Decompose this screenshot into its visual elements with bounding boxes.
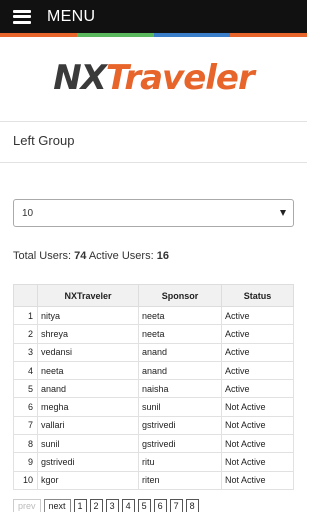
stripe-segment (76, 33, 154, 37)
cell-index: 8 (13, 434, 38, 454)
cell-status: Not Active (221, 397, 294, 417)
cell-index: 9 (13, 452, 38, 472)
cell-sponsor: gstrivedi (138, 415, 222, 436)
table-row[interactable]: 1 nitya neeta Active (13, 305, 294, 326)
page-button-7[interactable]: 7 (169, 499, 183, 512)
cell-nxtraveler: sunil (37, 434, 139, 454)
cell-status: Active (221, 360, 294, 381)
table-row[interactable]: 9 gstrivedi ritu Not Active (13, 452, 294, 472)
caret-down-icon (280, 210, 286, 216)
cell-nxtraveler: gstrivedi (37, 452, 139, 472)
users-table: NXTraveler Sponsor Status 1 nitya neeta Act… (13, 284, 294, 490)
logo-text-nx: NX (53, 58, 107, 98)
cell-sponsor: riten (138, 470, 222, 490)
cell-nxtraveler: vedansi (37, 342, 139, 362)
cell-nxtraveler: vallari (37, 415, 139, 436)
total-users-count: 74 (74, 250, 87, 262)
cell-nxtraveler: shreya (37, 324, 139, 344)
cell-sponsor: anand (138, 342, 222, 362)
cell-sponsor: neeta (138, 305, 222, 326)
column-header-sponsor[interactable]: Sponsor (138, 284, 222, 307)
next-page-button[interactable]: next (43, 499, 71, 512)
cell-status: Active (221, 342, 294, 362)
divider (0, 121, 307, 122)
cell-nxtraveler: nitya (37, 305, 139, 326)
table-row[interactable]: 8 sunil gstrivedi Not Active (13, 434, 294, 454)
page-button-8[interactable]: 8 (185, 499, 199, 512)
cell-status: Not Active (221, 470, 294, 490)
cell-index: 7 (13, 415, 38, 436)
active-users-label: Active Users: (88, 250, 154, 262)
table-row[interactable]: 5 anand naisha Active (13, 379, 294, 399)
cell-sponsor: neeta (138, 324, 222, 344)
cell-sponsor: sunil (138, 397, 222, 417)
prev-page-button[interactable]: prev (13, 499, 41, 512)
active-users-count: 16 (156, 250, 169, 262)
color-stripe (0, 33, 307, 37)
cell-sponsor: anand (138, 360, 222, 381)
column-header-nxtraveler[interactable]: NXTraveler (37, 284, 139, 307)
logo-text-traveler: Traveler (105, 58, 255, 98)
cell-index: 6 (13, 397, 38, 417)
cell-sponsor: ritu (138, 452, 222, 472)
table-row[interactable]: 10 kgor riten Not Active (13, 470, 294, 490)
page-title: Left Group (13, 133, 75, 148)
cell-nxtraveler: neeta (37, 360, 139, 381)
table-row[interactable]: 4 neeta anand Active (13, 360, 294, 381)
page-button-5[interactable]: 5 (137, 499, 151, 512)
cell-sponsor: naisha (138, 379, 222, 399)
table-row[interactable]: 6 megha sunil Not Active (13, 397, 294, 417)
stripe-segment (0, 33, 77, 37)
cell-nxtraveler: anand (37, 379, 139, 399)
menu-label[interactable]: MENU (47, 8, 95, 26)
column-header-status[interactable]: Status (221, 284, 294, 307)
nxtraveler-logo: NXTraveler (0, 58, 307, 98)
cell-index: 3 (13, 342, 38, 362)
page-button-2[interactable]: 2 (89, 499, 103, 512)
page-size-value: 10 (22, 207, 34, 219)
table-header-row: NXTraveler Sponsor Status (13, 284, 294, 307)
cell-sponsor: gstrivedi (138, 434, 222, 454)
column-header-index[interactable] (13, 284, 38, 307)
stripe-segment (230, 33, 307, 37)
cell-status: Not Active (221, 452, 294, 472)
page-button-3[interactable]: 3 (105, 499, 119, 512)
user-summary: Total Users: 74 Active Users: 16 (13, 250, 169, 262)
page-button-6[interactable]: 6 (153, 499, 167, 512)
cell-index: 1 (13, 305, 38, 326)
cell-nxtraveler: megha (37, 397, 139, 417)
page-size-select[interactable]: 10 (13, 199, 294, 227)
cell-index: 2 (13, 324, 38, 344)
page-button-1[interactable]: 1 (73, 499, 87, 512)
cell-nxtraveler: kgor (37, 470, 139, 490)
stripe-segment (153, 33, 231, 37)
cell-index: 4 (13, 360, 38, 381)
table-row[interactable]: 3 vedansi anand Active (13, 342, 294, 362)
total-users-label: Total Users: (13, 250, 72, 262)
divider (0, 162, 307, 163)
table-row[interactable]: 2 shreya neeta Active (13, 324, 294, 344)
pagination: prev next 12345678 (13, 499, 202, 512)
hamburger-menu-icon[interactable] (13, 9, 31, 24)
cell-index: 10 (13, 470, 38, 490)
cell-status: Active (221, 305, 294, 326)
cell-index: 5 (13, 379, 38, 399)
table-row[interactable]: 7 vallari gstrivedi Not Active (13, 415, 294, 436)
page-button-4[interactable]: 4 (121, 499, 135, 512)
cell-status: Active (221, 324, 294, 344)
top-nav-bar: MENU (0, 0, 307, 33)
cell-status: Active (221, 379, 294, 399)
cell-status: Not Active (221, 434, 294, 454)
cell-status: Not Active (221, 415, 294, 436)
